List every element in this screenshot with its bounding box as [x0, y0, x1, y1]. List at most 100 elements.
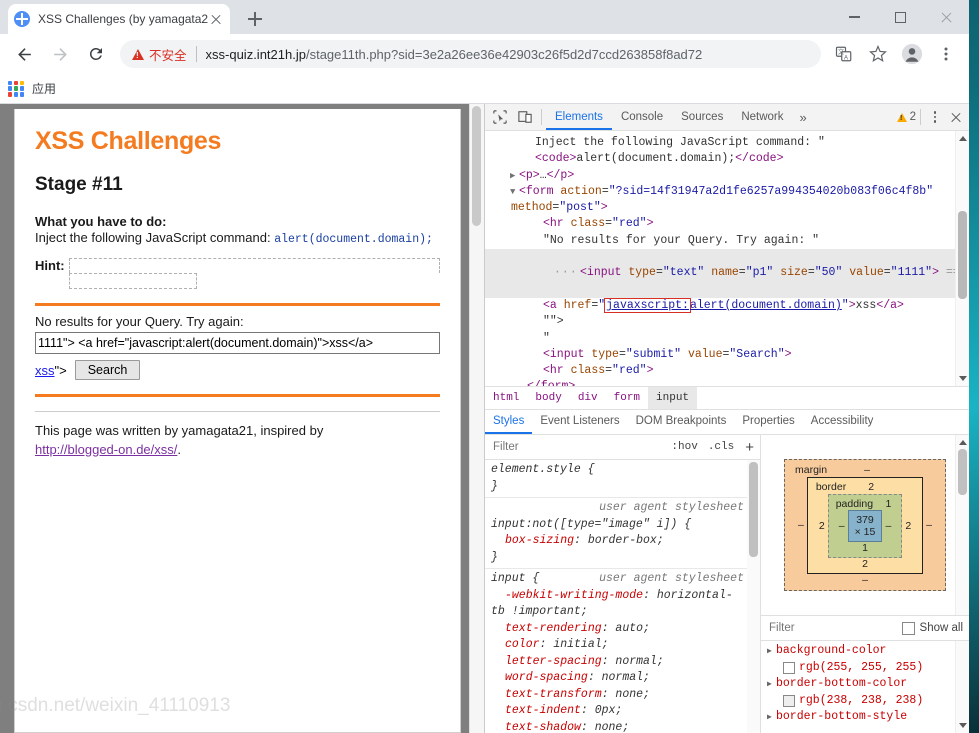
device-toolbar-icon[interactable] [512, 105, 537, 130]
breadcrumb-html[interactable]: html [485, 387, 527, 409]
breadcrumb-input[interactable]: input [648, 387, 698, 409]
tab-close-icon[interactable] [208, 11, 224, 27]
dom-row[interactable]: </form> [485, 379, 969, 386]
dom-row[interactable]: ""> [485, 314, 969, 330]
styles-tab-accessibility[interactable]: Accessibility [803, 410, 882, 434]
box-model-margin: margin – – border 2 2 padding 1 – 379 × … [784, 459, 946, 591]
bookmark-star-icon[interactable] [864, 40, 892, 68]
computed-scroll-down-icon[interactable] [959, 723, 967, 728]
tab-elements[interactable]: Elements [546, 105, 612, 130]
warning-count: 2 [909, 111, 916, 123]
scroll-up-arrow-icon[interactable] [959, 136, 967, 141]
xss-link[interactable]: xss [35, 363, 55, 378]
page-content: XSS Challenges Stage #11 What you have t… [14, 109, 461, 733]
css-selector[interactable]: user agent stylesheet input:not([type="im… [491, 500, 744, 533]
hov-toggle[interactable]: :hov [666, 441, 702, 453]
credit-link[interactable]: http://blogged-on.de/xss/ [35, 442, 177, 457]
browser-title-bar: XSS Challenges (by yamagata2 [0, 0, 969, 34]
styles-filter-input[interactable] [485, 441, 667, 453]
css-declaration[interactable]: -webkit-writing-mode: horizontal-tb !imp… [491, 588, 744, 621]
scroll-down-arrow-icon[interactable] [959, 376, 967, 381]
css-declaration[interactable]: color: initial; [491, 637, 744, 654]
dom-row[interactable]: <input type="submit" value="Search"> [485, 347, 969, 363]
computed-scrollbar[interactable] [955, 641, 969, 733]
css-declaration[interactable]: text-shadow: none; [491, 720, 744, 733]
computed-filter-input[interactable] [761, 622, 902, 634]
css-scrollbar[interactable] [747, 460, 760, 733]
css-declaration[interactable]: text-transform: none; [491, 687, 744, 704]
css-rule[interactable]: user agent stylesheet input {-webkit-writ… [485, 569, 760, 733]
css-declaration[interactable]: letter-spacing: normal; [491, 654, 744, 671]
tab-network[interactable]: Network [732, 105, 792, 130]
hint-placeholder-box [68, 258, 440, 289]
css-declaration[interactable]: text-indent: 0px; [491, 703, 744, 720]
reload-button[interactable] [81, 39, 111, 69]
forward-button[interactable] [45, 39, 75, 69]
translate-icon[interactable]: 文A [830, 40, 858, 68]
styles-left-column: :hov .cls + element.style {}user agent s… [485, 435, 761, 733]
box-model-content: 379 × 15 [847, 510, 883, 542]
tab-sources[interactable]: Sources [672, 105, 732, 130]
dom-row[interactable]: <hr class="red"> [485, 363, 969, 379]
search-button[interactable]: Search [74, 360, 141, 380]
breadcrumb-div[interactable]: div [570, 387, 606, 409]
css-selector[interactable]: user agent stylesheet input { [491, 571, 744, 588]
new-tab-button[interactable] [244, 8, 266, 30]
css-declaration[interactable]: text-rendering: auto; [491, 621, 744, 638]
new-style-rule-button[interactable]: + [739, 439, 760, 456]
css-rules-list[interactable]: element.style {} user agent stylesheet inp… [485, 460, 760, 733]
dom-row[interactable]: "No results for your Query. Try again: " [485, 233, 969, 249]
dom-row[interactable]: " [485, 331, 969, 347]
tab-title: XSS Challenges (by yamagata2 [38, 12, 208, 26]
css-declaration[interactable]: box-sizing: border-box; [491, 533, 744, 550]
page-scrollbar[interactable] [469, 104, 484, 733]
css-declaration[interactable]: word-spacing: normal; [491, 670, 744, 687]
devtools-menu-icon[interactable] [925, 105, 945, 130]
inspect-element-icon[interactable] [487, 105, 512, 130]
dom-row[interactable]: ▶ <p>…</p> [485, 168, 969, 184]
dom-row[interactable]: <code>alert(document.domain);</code> [485, 151, 969, 167]
css-rule[interactable]: user agent stylesheet input:not([type="im… [485, 498, 760, 569]
profile-avatar-icon[interactable] [898, 40, 926, 68]
dom-row[interactable]: method="post"> [485, 200, 969, 216]
css-selector[interactable]: element.style { [491, 462, 744, 479]
browser-tab[interactable]: XSS Challenges (by yamagata2 [8, 4, 230, 34]
styles-tab-event-listeners[interactable]: Event Listeners [532, 410, 627, 434]
computed-property[interactable]: ▶ background-color [761, 643, 969, 660]
back-button[interactable] [9, 39, 39, 69]
computed-styles-list[interactable]: ▶ background-color rgb(255, 255, 255) ▶ bord… [761, 641, 969, 733]
show-all-label: Show all [919, 622, 963, 634]
dom-row[interactable]: <a href="javaxscript:alert(document.doma… [485, 297, 969, 314]
show-all-checkbox[interactable] [901, 621, 915, 635]
computed-property[interactable]: ▶ border-bottom-style [761, 709, 969, 726]
cls-toggle[interactable]: .cls [703, 441, 739, 453]
box-scroll-up-icon[interactable] [959, 440, 967, 445]
warning-badge[interactable]: 2 [896, 111, 916, 123]
minimize-button[interactable] [831, 0, 877, 34]
dom-row[interactable]: ▼ <form action="?sid=14f31947a2d1fe6257a9… [485, 184, 969, 200]
show-all-toggle[interactable]: Show all [901, 621, 963, 635]
styles-tab-dom-breakpoints[interactable]: DOM Breakpoints [628, 410, 735, 434]
styles-tab-styles[interactable]: Styles [485, 410, 533, 434]
address-bar[interactable]: 不安全 xss-quiz.int21h.jp/stage11th.php?sid… [120, 40, 821, 68]
browser-menu-icon[interactable] [932, 40, 960, 68]
maximize-button[interactable] [877, 0, 923, 34]
dom-row[interactable]: <hr class="red"> [485, 216, 969, 232]
breadcrumb-form[interactable]: form [606, 387, 648, 409]
query-input[interactable] [35, 332, 440, 354]
bookmark-apps-label[interactable]: 应用 [32, 80, 56, 97]
box-model-scrollbar[interactable] [955, 435, 969, 615]
breadcrumb-body[interactable]: body [527, 387, 569, 409]
devtools-close-icon[interactable] [945, 105, 967, 130]
dom-scrollbar[interactable] [955, 131, 969, 386]
apps-grid-icon[interactable] [8, 80, 24, 97]
styles-tab-properties[interactable]: Properties [734, 410, 802, 434]
close-window-button[interactable] [923, 0, 969, 34]
computed-property[interactable]: ▶ border-bottom-color [761, 676, 969, 693]
dom-selected-row[interactable]: ··· <input type="text" name="p1" size="50… [485, 249, 969, 298]
more-tabs-icon[interactable]: » [793, 110, 814, 125]
css-rule[interactable]: element.style {} [485, 460, 760, 498]
tab-console[interactable]: Console [612, 105, 672, 130]
dom-tree[interactable]: Inject the following JavaScript command:… [485, 131, 969, 386]
dom-row[interactable]: Inject the following JavaScript command:… [485, 135, 969, 151]
